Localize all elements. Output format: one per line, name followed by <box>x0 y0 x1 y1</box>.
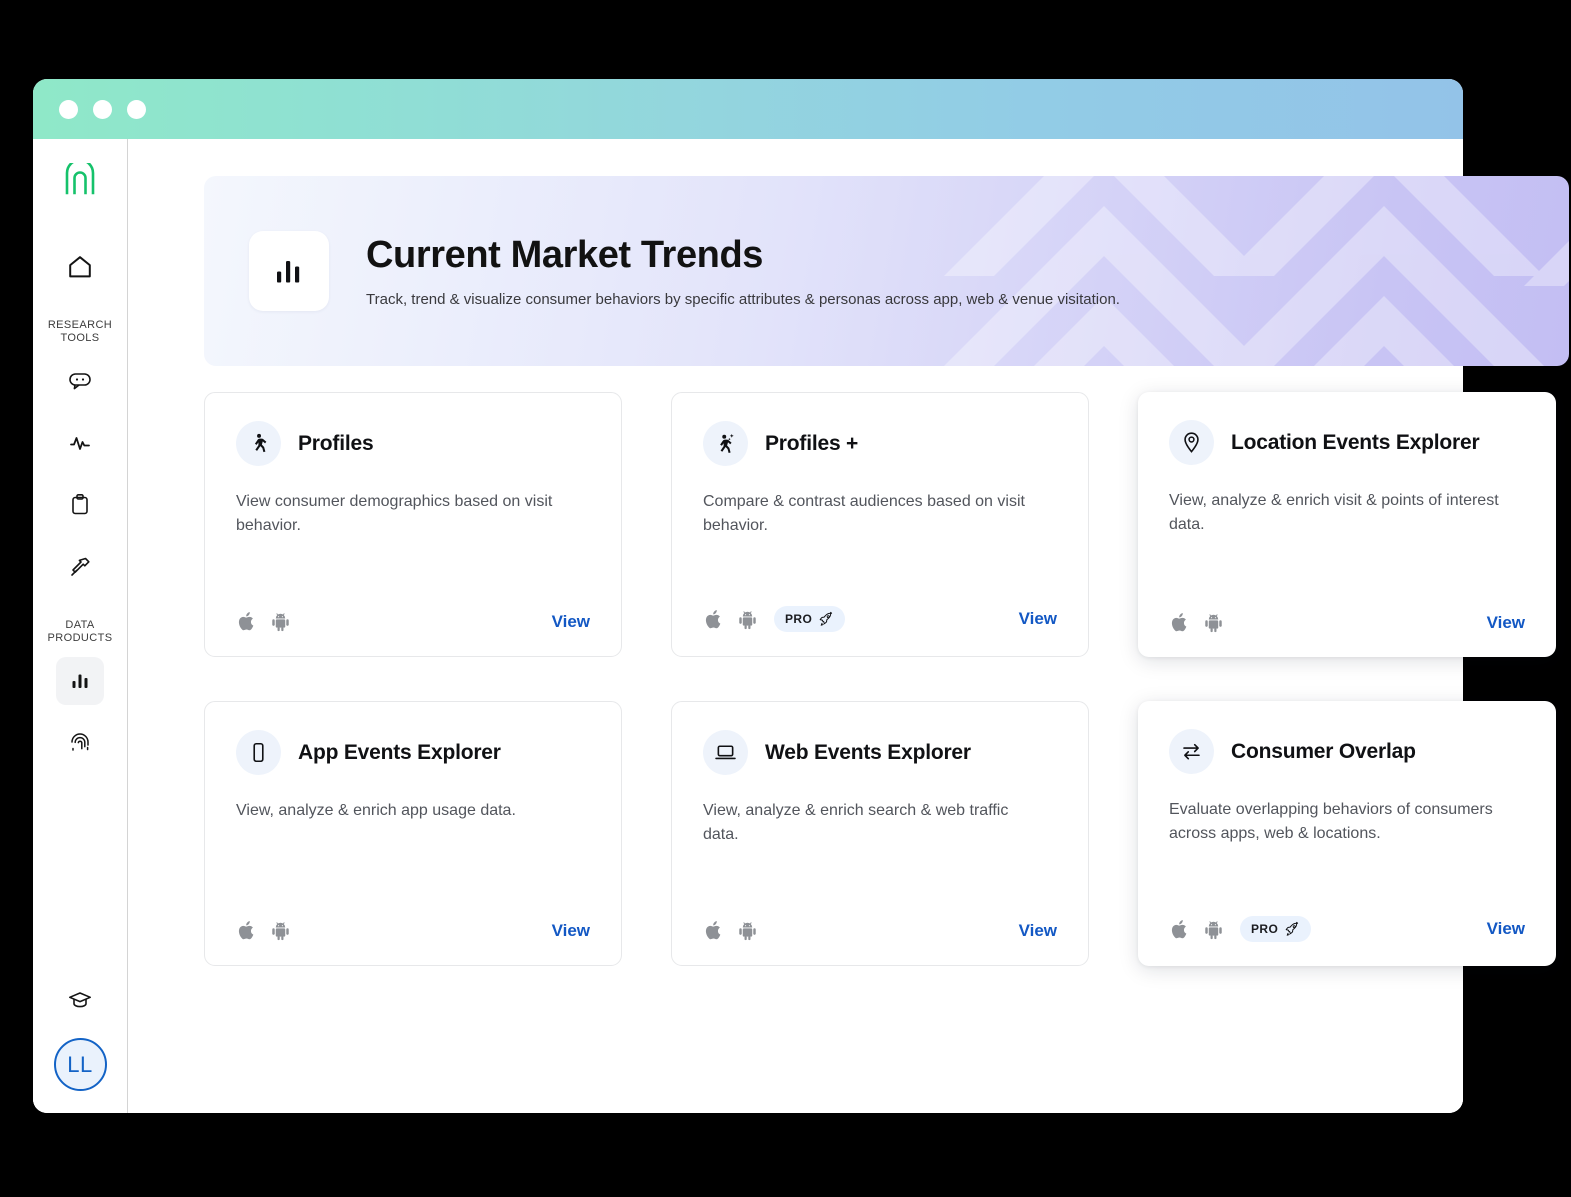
page-subtitle: Track, trend & visualize consumer behavi… <box>366 291 1120 308</box>
card-title: Location Events Explorer <box>1231 430 1480 454</box>
android-icon <box>1203 612 1224 633</box>
sidebar-item-home[interactable] <box>56 243 104 291</box>
card-header: Profiles + <box>703 421 1057 466</box>
card-description: Compare & contrast audiences based on vi… <box>703 493 1025 534</box>
sidebar-item-activity[interactable] <box>56 419 104 467</box>
sidebar-item-data-products[interactable] <box>56 657 104 705</box>
platform-icons <box>703 609 758 630</box>
page-title: Current Market Trends <box>366 234 764 276</box>
android-icon <box>1203 919 1224 940</box>
product-card-consumer-overlap[interactable]: Consumer Overlap Evaluate overlapping beh… <box>1138 701 1556 966</box>
rocket-icon <box>818 611 834 627</box>
apple-icon <box>1169 919 1190 940</box>
card-header: App Events Explorer <box>236 730 590 775</box>
card-footer: View <box>236 611 590 632</box>
mobile-phone-icon <box>236 730 281 775</box>
product-card-profiles[interactable]: Profiles View consumer demographics based… <box>204 392 622 657</box>
bar-chart-icon <box>249 231 329 311</box>
view-link[interactable]: View <box>1019 921 1057 941</box>
map-pin-icon <box>1169 420 1214 465</box>
sidebar-section-label-line2: TOOLS <box>60 332 100 344</box>
hero-inner: Current Market Trends Track, trend & vis… <box>204 176 1569 366</box>
card-description: View, analyze & enrich app usage data. <box>236 802 516 819</box>
card-description: View, analyze & enrich search & web traf… <box>703 802 1009 843</box>
walking-person-icon <box>236 421 281 466</box>
pro-badge[interactable]: PRO <box>774 606 846 632</box>
card-header: Web Events Explorer <box>703 730 1057 775</box>
product-card-app-events-explorer[interactable]: App Events Explorer View, analyze & enric… <box>204 701 622 966</box>
pro-badge-label: PRO <box>1251 922 1279 936</box>
apple-icon <box>236 611 257 632</box>
card-title: App Events Explorer <box>298 740 501 764</box>
android-icon <box>270 920 291 941</box>
hero-banner: Current Market Trends Track, trend & vis… <box>204 176 1569 366</box>
card-title: Web Events Explorer <box>765 740 971 764</box>
window-titlebar <box>33 79 1463 139</box>
card-footer: View <box>236 920 590 941</box>
view-link[interactable]: View <box>1019 609 1057 629</box>
sidebar-section-research-tools: RESEARCH TOOLS <box>48 319 112 345</box>
card-title: Consumer Overlap <box>1231 739 1416 763</box>
hero-text: Current Market Trends Track, trend & vis… <box>366 232 1120 310</box>
card-footer: PRO View <box>703 606 1057 632</box>
card-title: Profiles + <box>765 431 859 455</box>
sidebar-item-tools[interactable] <box>56 543 104 591</box>
card-description: Evaluate overlapping behaviors of consum… <box>1169 801 1493 842</box>
sidebar-item-learning[interactable] <box>56 976 104 1024</box>
view-link[interactable]: View <box>552 612 590 632</box>
sidebar-item-chat[interactable] <box>56 357 104 405</box>
minimize-icon[interactable] <box>93 99 112 119</box>
app-logo[interactable] <box>63 163 97 197</box>
sidebar-item-identity[interactable] <box>56 719 104 767</box>
rocket-icon <box>1284 921 1300 937</box>
maximize-icon[interactable] <box>127 99 146 119</box>
card-header: Location Events Explorer <box>1169 420 1525 465</box>
android-icon <box>737 920 758 941</box>
product-card-web-events-explorer[interactable]: Web Events Explorer View, analyze & enric… <box>671 701 1089 966</box>
platform-icons <box>236 920 291 941</box>
card-footer: View <box>1169 612 1525 633</box>
platform-icons <box>1169 612 1224 633</box>
card-description: View, analyze & enrich visit & points of… <box>1169 492 1499 533</box>
apple-icon <box>1169 612 1190 633</box>
android-icon <box>270 611 291 632</box>
android-icon <box>737 609 758 630</box>
exchange-arrows-icon <box>1169 729 1214 774</box>
card-footer: View <box>703 920 1057 941</box>
sidebar: RESEARCH TOOLS DATA PRODUCTS LL <box>33 139 128 1113</box>
sidebar-section-data-products: DATA PRODUCTS <box>48 619 113 645</box>
view-link[interactable]: View <box>552 921 590 941</box>
platform-icons <box>236 611 291 632</box>
card-description: View consumer demographics based on visi… <box>236 493 553 534</box>
product-card-profiles-plus[interactable]: Profiles + Compare & contrast audiences b… <box>671 392 1089 657</box>
view-link[interactable]: View <box>1487 919 1525 939</box>
sidebar-section-label-line1: DATA <box>65 619 95 631</box>
product-card-location-events-explorer[interactable]: Location Events Explorer View, analyze & … <box>1138 392 1556 657</box>
view-link[interactable]: View <box>1487 613 1525 633</box>
sidebar-section-label-line2: PRODUCTS <box>47 632 113 644</box>
card-header: Consumer Overlap <box>1169 729 1525 774</box>
apple-icon <box>703 609 724 630</box>
apple-icon <box>703 920 724 941</box>
pro-badge-label: PRO <box>785 612 813 626</box>
laptop-icon <box>703 730 748 775</box>
platform-icons <box>703 920 758 941</box>
close-icon[interactable] <box>59 99 78 119</box>
apple-icon <box>236 920 257 941</box>
card-header: Profiles <box>236 421 590 466</box>
platform-icons <box>1169 919 1224 940</box>
card-footer: PRO View <box>1169 916 1525 942</box>
card-title: Profiles <box>298 431 374 455</box>
avatar[interactable]: LL <box>53 1038 107 1091</box>
sidebar-section-label-line1: RESEARCH <box>47 319 113 331</box>
product-card-grid: Profiles View consumer demographics based… <box>204 392 1569 966</box>
walking-person-sparkle-icon <box>703 421 748 466</box>
sidebar-item-clipboard[interactable] <box>56 481 104 529</box>
pro-badge[interactable]: PRO <box>1240 916 1312 942</box>
